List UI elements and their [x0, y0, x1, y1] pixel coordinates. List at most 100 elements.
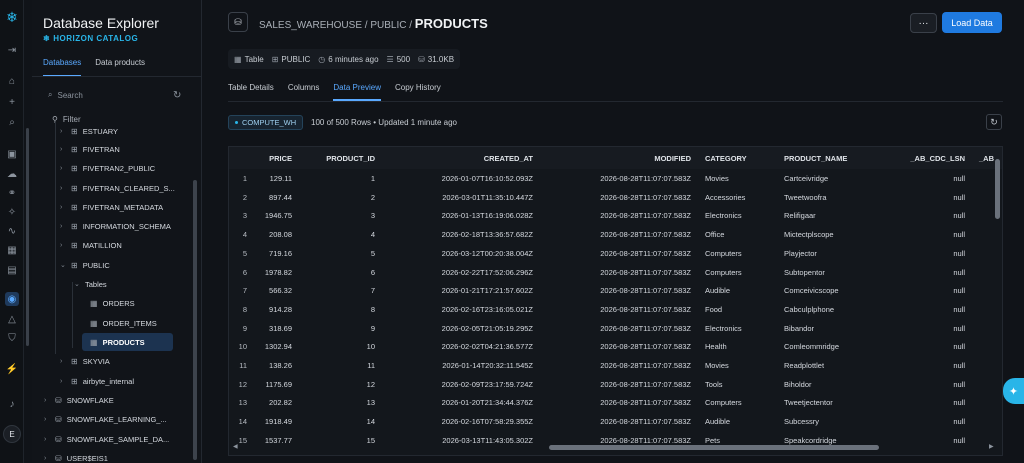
- cell-id[interactable]: 4: [371, 230, 375, 239]
- cell-n[interactable]: 1: [243, 174, 247, 183]
- cell-modified[interactable]: 2026-08-28T11:07:07.583Z: [600, 305, 691, 314]
- cell-category[interactable]: Audible: [705, 286, 730, 295]
- cell-created[interactable]: 2026-02-02T04:21:36.577Z: [442, 342, 533, 351]
- cell-price[interactable]: 1175.69: [265, 380, 292, 389]
- cell-price[interactable]: 1302.94: [265, 342, 292, 351]
- cell-lsn[interactable]: null: [953, 230, 965, 239]
- cell-lsn[interactable]: null: [953, 417, 965, 426]
- tree-item-products[interactable]: ▦ PRODUCTS: [82, 333, 173, 351]
- cell-name[interactable]: Cabculplphone: [784, 305, 834, 314]
- notifications-icon[interactable]: ⚡: [5, 362, 19, 376]
- cell-name[interactable]: Bibandor: [784, 324, 814, 333]
- cell-n[interactable]: 3: [243, 211, 247, 220]
- table-row[interactable]: 11 138.26 11 2026-01-14T20:32:11.545Z 2026-0…: [229, 356, 1002, 375]
- tab-columns[interactable]: Columns: [288, 83, 320, 101]
- tree-item-snowflake-sample[interactable]: › ⛁ SNOWFLAKE_SAMPLE_DA...: [44, 430, 169, 448]
- cell-modified[interactable]: 2026-08-28T11:07:07.583Z: [600, 380, 691, 389]
- grid-vertical-scrollbar[interactable]: [995, 159, 1000, 219]
- cell-modified[interactable]: 2026-08-28T11:07:07.583Z: [600, 361, 691, 370]
- catalog-icon[interactable]: ▤: [5, 263, 19, 277]
- tree-item-user[interactable]: › ⛁ USER$EIS1: [44, 449, 108, 463]
- tab-copy-history[interactable]: Copy History: [395, 83, 441, 101]
- cell-name[interactable]: Mictectplscope: [784, 230, 834, 239]
- cell-name[interactable]: Comleommridge: [784, 342, 839, 351]
- cell-lsn[interactable]: null: [953, 380, 965, 389]
- column-header-category[interactable]: CATEGORY: [705, 154, 747, 163]
- column-header-product-name[interactable]: PRODUCT_NAME: [784, 154, 847, 163]
- cell-created[interactable]: 2026-02-05T21:05:19.295Z: [442, 324, 533, 333]
- cell-modified[interactable]: 2026-08-28T11:07:07.583Z: [600, 324, 691, 333]
- cell-created[interactable]: 2026-01-13T16:19:06.028Z: [442, 211, 533, 220]
- cell-name[interactable]: Cartceivridge: [784, 174, 828, 183]
- cell-n[interactable]: 10: [239, 342, 247, 351]
- cell-created[interactable]: 2026-02-18T13:36:57.682Z: [442, 230, 533, 239]
- cell-created[interactable]: 2026-03-13T11:43:05.302Z: [442, 436, 533, 445]
- cell-price[interactable]: 1978.82: [265, 268, 292, 277]
- cell-id[interactable]: 7: [371, 286, 375, 295]
- cell-modified[interactable]: 2026-08-28T11:07:07.583Z: [600, 342, 691, 351]
- marketplace-icon[interactable]: ∿: [5, 224, 19, 238]
- cell-modified[interactable]: 2026-08-28T11:07:07.583Z: [600, 417, 691, 426]
- cell-id[interactable]: 10: [367, 342, 375, 351]
- add-icon[interactable]: +: [5, 95, 19, 109]
- cell-id[interactable]: 9: [371, 324, 375, 333]
- tree-item-public[interactable]: ⌄ ⊞ PUBLIC: [60, 256, 110, 274]
- cell-n[interactable]: 13: [239, 398, 247, 407]
- tree-item-fivetran[interactable]: › ⊞ FIVETRAN: [60, 140, 120, 158]
- rail-scrollbar[interactable]: [26, 128, 29, 346]
- cell-category[interactable]: Food: [705, 305, 722, 314]
- cell-lsn[interactable]: null: [953, 174, 965, 183]
- cell-category[interactable]: Computers: [705, 268, 742, 277]
- cell-name[interactable]: Playjector: [784, 249, 817, 258]
- table-row[interactable]: 5 719.16 5 2026-03-12T00:20:38.004Z 2026-08-…: [229, 244, 1002, 263]
- cell-n[interactable]: 9: [243, 324, 247, 333]
- cell-lsn[interactable]: null: [953, 249, 965, 258]
- apps-icon[interactable]: ▦: [5, 243, 19, 257]
- column-header-price[interactable]: PRICE: [269, 154, 292, 163]
- cell-n[interactable]: 14: [239, 417, 247, 426]
- cell-name[interactable]: Comceivicscope: [784, 286, 839, 295]
- search-input[interactable]: Search: [57, 91, 82, 100]
- table-row[interactable]: 8 914.28 8 2026-02-16T23:16:05.021Z 2026-08-…: [229, 300, 1002, 319]
- cell-n[interactable]: 4: [243, 230, 247, 239]
- table-row[interactable]: 4 208.08 4 2026-02-18T13:36:57.682Z 2026-08-…: [229, 225, 1002, 244]
- cell-category[interactable]: Accessories: [705, 193, 745, 202]
- cell-created[interactable]: 2026-03-12T00:20:38.004Z: [442, 249, 533, 258]
- cell-modified[interactable]: 2026-08-28T11:07:07.583Z: [600, 230, 691, 239]
- tree-item-matillion[interactable]: › ⊞ MATILLION: [60, 236, 122, 254]
- cell-modified[interactable]: 2026-08-28T11:07:07.583Z: [600, 286, 691, 295]
- monitoring-icon[interactable]: ✧: [5, 205, 19, 219]
- cell-name[interactable]: Tweetwoofra: [784, 193, 827, 202]
- horizon-icon[interactable]: ◉: [5, 292, 19, 306]
- cell-category[interactable]: Health: [705, 342, 727, 351]
- refresh-preview-button[interactable]: ↻: [986, 114, 1002, 130]
- table-row[interactable]: 6 1978.82 6 2026-02-22T17:52:06.296Z 2026-08…: [229, 263, 1002, 282]
- cell-n[interactable]: 15: [239, 436, 247, 445]
- cell-modified[interactable]: 2026-08-28T11:07:07.583Z: [600, 268, 691, 277]
- cell-created[interactable]: 2026-01-07T16:10:52.093Z: [442, 174, 533, 183]
- cell-lsn[interactable]: null: [953, 211, 965, 220]
- cell-name[interactable]: Speakcordridge: [784, 436, 837, 445]
- cell-created[interactable]: 2026-02-09T23:17:59.724Z: [442, 380, 533, 389]
- table-row[interactable]: 12 1175.69 12 2026-02-09T23:17:59.724Z 2026-…: [229, 375, 1002, 394]
- cell-id[interactable]: 6: [371, 268, 375, 277]
- cell-category[interactable]: Electronics: [705, 324, 742, 333]
- cell-id[interactable]: 3: [371, 211, 375, 220]
- cell-id[interactable]: 1: [371, 174, 375, 183]
- tree-item-order-items[interactable]: ▦ ORDER_ITEMS: [90, 314, 157, 332]
- warehouse-selector[interactable]: COMPUTE_WH: [228, 115, 304, 130]
- cell-id[interactable]: 14: [367, 417, 375, 426]
- cell-lsn[interactable]: null: [953, 361, 965, 370]
- collapse-icon[interactable]: ⇥: [5, 43, 19, 57]
- tab-data-products[interactable]: Data products: [95, 58, 145, 77]
- cell-lsn[interactable]: null: [953, 305, 965, 314]
- more-options-button[interactable]: ···: [910, 13, 937, 33]
- table-row[interactable]: 7 566.32 7 2026-01-21T17:21:57.602Z 2026-08-…: [229, 281, 1002, 300]
- cell-price[interactable]: 318.69: [269, 324, 292, 333]
- cell-price[interactable]: 897.44: [269, 193, 292, 202]
- table-row[interactable]: 3 1946.75 3 2026-01-13T16:19:06.028Z 2026-08…: [229, 206, 1002, 225]
- tree-item-orders[interactable]: ▦ ORDERS: [90, 294, 135, 312]
- tree-item-fivetran-cleared[interactable]: › ⊞ FIVETRAN_CLEARED_S...: [60, 179, 175, 197]
- cell-price[interactable]: 208.08: [269, 230, 292, 239]
- cell-created[interactable]: 2026-02-16T23:16:05.021Z: [442, 305, 533, 314]
